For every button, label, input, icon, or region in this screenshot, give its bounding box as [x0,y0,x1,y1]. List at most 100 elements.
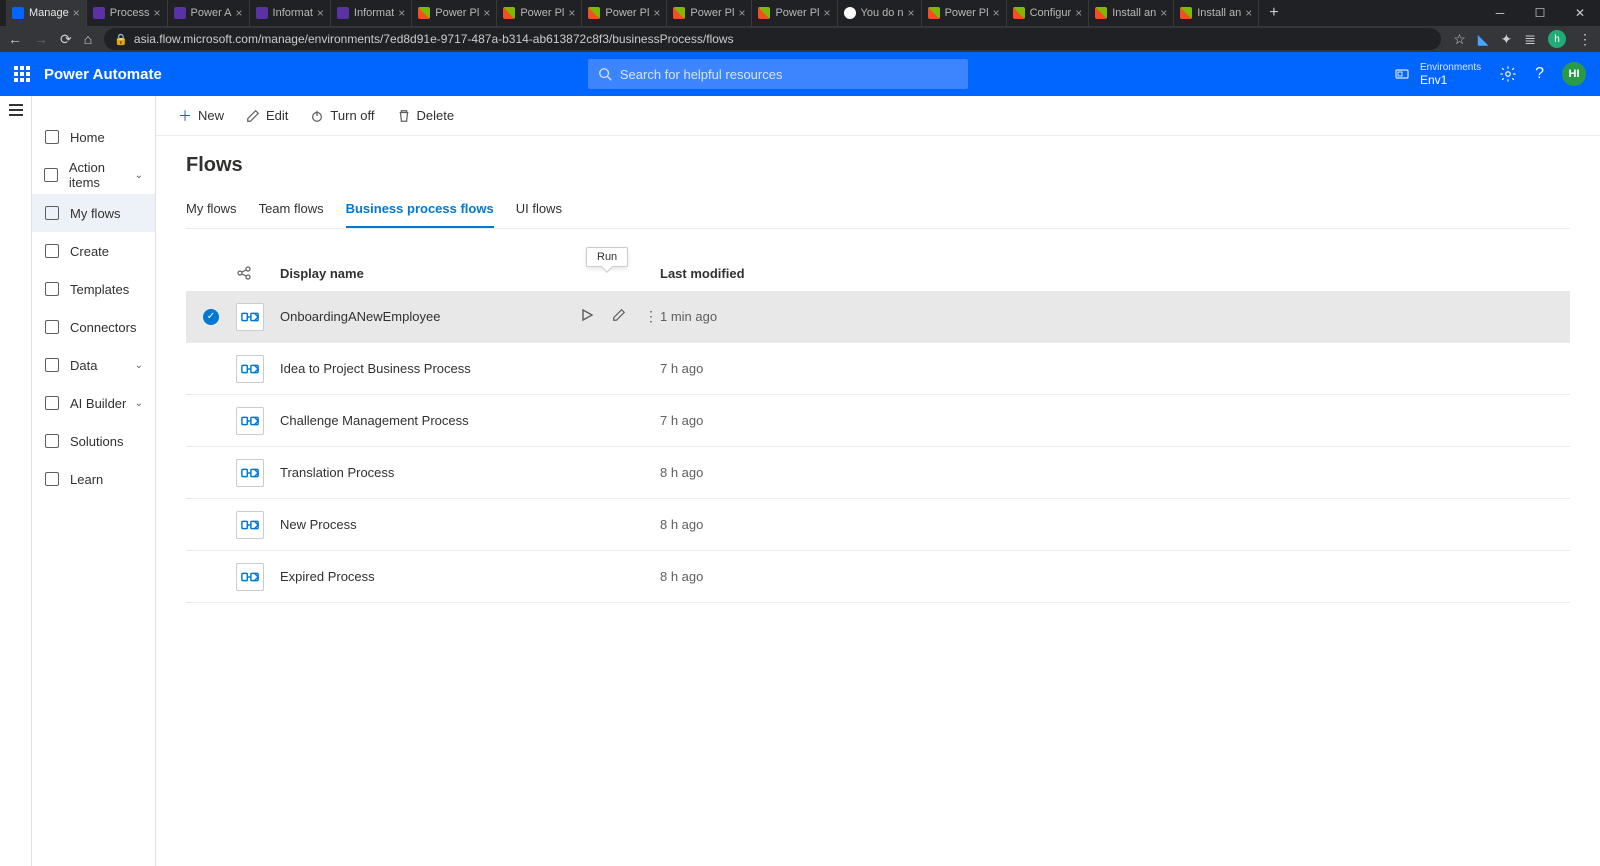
reading-list-icon[interactable]: ≣ [1524,31,1536,48]
tab-close-icon[interactable]: × [398,6,405,20]
tab-close-icon[interactable]: × [908,6,915,20]
tab-close-icon[interactable]: × [653,6,660,20]
tab-my-flows[interactable]: My flows [186,195,237,228]
tab-close-icon[interactable]: × [236,6,243,20]
sidebar-item-ai-builder[interactable]: AI Builder⌄ [32,384,155,422]
browser-tab[interactable]: You do n× [838,0,922,26]
tab-close-icon[interactable]: × [993,6,1000,20]
tab-close-icon[interactable]: × [1160,6,1167,20]
window-minimize[interactable]: ─ [1480,0,1520,26]
sidebar-item-icon [44,205,60,221]
table-row[interactable]: Challenge Management Process⋮7 h ago [186,395,1570,447]
window-close[interactable]: ✕ [1560,0,1600,26]
browser-tab[interactable]: Process× [87,0,168,26]
sidebar-item-home[interactable]: Home [32,118,155,156]
sidebar-item-my-flows[interactable]: My flows [32,194,155,232]
table-row[interactable]: Translation Process⋮8 h ago [186,447,1570,499]
row-modified: 8 h ago [660,465,703,480]
browser-menu-icon[interactable]: ⋮ [1578,31,1592,48]
lock-icon: 🔒 [114,33,128,46]
browser-tab[interactable]: Install an × [1089,0,1174,26]
tab-title: Install an [1112,7,1156,19]
tab-favicon-icon [12,7,24,19]
browser-tab[interactable]: Install an× [1174,0,1259,26]
tab-business-process-flows[interactable]: Business process flows [346,195,494,228]
row-name[interactable]: Expired Process [280,569,580,584]
browser-profile-avatar[interactable]: h [1548,30,1566,48]
new-tab-button[interactable]: + [1259,4,1288,22]
sidebar-item-data[interactable]: Data⌄ [32,346,155,384]
extensions-icon[interactable]: ✦ [1501,31,1513,48]
user-avatar[interactable]: HI [1562,62,1586,86]
tab-close-icon[interactable]: × [568,6,575,20]
browser-nav-bar: ← → ⟳ ⌂ 🔒 asia.flow.microsoft.com/manage… [0,26,1600,52]
sidebar-item-action-items[interactable]: Action items⌄ [32,156,155,194]
more-icon[interactable]: ⋮ [644,308,658,325]
tab-close-icon[interactable]: × [1245,6,1252,20]
cmd-edit[interactable]: Edit [246,108,288,123]
settings-gear-icon[interactable] [1499,65,1517,83]
nav-back-icon[interactable]: ← [8,31,22,47]
tab-ui-flows[interactable]: UI flows [516,195,562,228]
sidebar-item-solutions[interactable]: Solutions [32,422,155,460]
browser-tab[interactable]: Power Pl× [412,0,497,26]
tab-close-icon[interactable]: × [1075,6,1082,20]
sidebar-item-label: Data [70,358,97,373]
table-row[interactable]: Idea to Project Business Process⋮7 h ago [186,343,1570,395]
cmd-delete[interactable]: Delete [397,108,455,123]
app-launcher-icon[interactable] [0,52,44,96]
sidebar-item-label: My flows [70,206,121,221]
row-name[interactable]: New Process [280,517,580,532]
tab-close-icon[interactable]: × [738,6,745,20]
search-input[interactable] [620,67,958,82]
browser-tab[interactable]: Power Pl× [497,0,582,26]
row-name[interactable]: Translation Process [280,465,580,480]
tab-close-icon[interactable]: × [154,6,161,20]
sidebar-item-create[interactable]: Create [32,232,155,270]
browser-tab[interactable]: Power Pl× [582,0,667,26]
browser-tab[interactable]: Power A× [168,0,250,26]
browser-tab[interactable]: Configur× [1007,0,1090,26]
help-icon[interactable]: ? [1535,65,1544,83]
cmd-new[interactable]: ＋ New [178,106,224,126]
sidebar-item-connectors[interactable]: Connectors [32,308,155,346]
tab-close-icon[interactable]: × [73,6,80,20]
command-bar: ＋ New Edit Turn off Delete [156,96,1600,136]
window-maximize[interactable]: ☐ [1520,0,1560,26]
cmd-turnoff[interactable]: Turn off [310,108,374,123]
browser-tab[interactable]: Manage× [6,0,87,26]
bookmark-star-icon[interactable]: ☆ [1453,31,1466,48]
row-name[interactable]: Challenge Management Process [280,413,580,428]
row-checkbox[interactable]: ✓ [186,309,236,325]
header-search[interactable] [588,59,968,89]
tab-close-icon[interactable]: × [483,6,490,20]
browser-tab[interactable]: Power Pl× [922,0,1007,26]
pivot-tabs: My flows Team flows Business process flows… [186,195,1570,229]
browser-tab[interactable]: Informat× [331,0,412,26]
sidebar-item-learn[interactable]: Learn [32,460,155,498]
tab-close-icon[interactable]: × [824,6,831,20]
browser-tab[interactable]: Power Pl× [667,0,752,26]
tab-team-flows[interactable]: Team flows [259,195,324,228]
url-bar[interactable]: 🔒 asia.flow.microsoft.com/manage/environ… [104,28,1441,50]
nav-reload-icon[interactable]: ⟳ [60,31,72,48]
table-row[interactable]: New Process⋮8 h ago [186,499,1570,551]
tab-favicon-icon [844,7,856,19]
edit-icon[interactable] [612,308,626,325]
tab-close-icon[interactable]: × [317,6,324,20]
row-name[interactable]: Idea to Project Business Process [280,361,580,376]
extension-tag-icon[interactable]: ◣ [1478,31,1489,48]
browser-tab[interactable]: Informat× [250,0,331,26]
col-last-modified[interactable]: Last modified [660,266,745,281]
app-body: HomeAction items⌄ My flows CreateTemplates… [0,96,1600,866]
row-name[interactable]: OnboardingANewEmployee [280,309,580,324]
nav-home-icon[interactable]: ⌂ [84,31,92,47]
run-icon[interactable] [580,308,594,325]
browser-tab[interactable]: Power Pl× [752,0,837,26]
sidebar-item-templates[interactable]: Templates [32,270,155,308]
col-select-all[interactable] [236,265,280,281]
table-row[interactable]: ✓OnboardingANewEmployee⋮1 min ago [186,291,1570,343]
table-row[interactable]: Expired Process⋮8 h ago [186,551,1570,603]
hamburger-icon[interactable] [9,104,23,116]
environment-picker[interactable]: Environments Env1 [1420,62,1481,86]
